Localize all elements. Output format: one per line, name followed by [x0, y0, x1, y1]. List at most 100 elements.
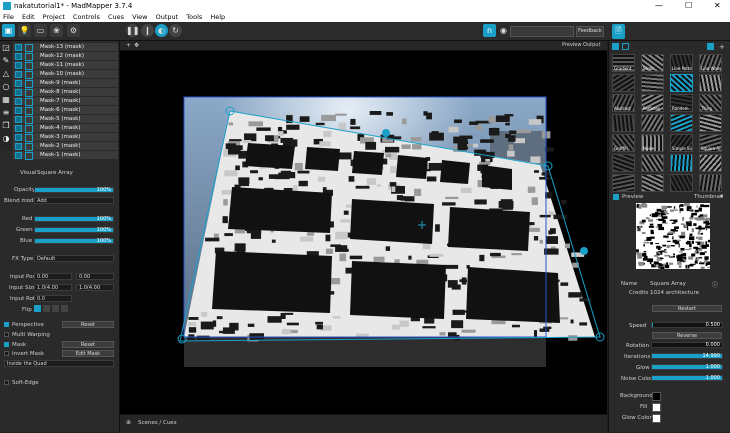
mask-tool-icon[interactable]: ◑	[1, 134, 11, 144]
edge-handle[interactable]	[580, 247, 588, 255]
maximize-button[interactable]: ☐	[685, 0, 692, 12]
list-item[interactable]: Mask-13 (mask)	[13, 43, 118, 52]
flip-v-button[interactable]	[52, 305, 59, 312]
flip-h-button[interactable]	[43, 305, 50, 312]
fx-type-select[interactable]: Default	[34, 255, 114, 262]
document-icon[interactable]: 🗎	[612, 24, 625, 39]
lock-icon[interactable]	[25, 116, 33, 124]
material-thumbnail[interactable]: Gradient	[612, 54, 635, 72]
lock-icon[interactable]	[25, 80, 33, 88]
minimize-button[interactable]: —	[655, 0, 663, 12]
material-thumbnail[interactable]: Random	[670, 94, 693, 112]
blend-mode-select[interactable]: Add	[34, 197, 114, 204]
menu-tools[interactable]: Tools	[186, 13, 202, 21]
rotation-slider[interactable]: 0.000	[651, 342, 723, 348]
feedback-button[interactable]: Feedback	[576, 26, 604, 37]
lines-tool-icon[interactable]: ≡	[1, 108, 11, 118]
lock-icon[interactable]	[25, 53, 33, 61]
material-thumbnail[interactable]: Graffiti	[612, 134, 635, 152]
visible-checkbox[interactable]	[15, 53, 22, 60]
output-select[interactable]	[510, 26, 574, 37]
mask-mode-select[interactable]: Inside the Quad	[4, 360, 114, 367]
material-thumbnail[interactable]	[699, 174, 722, 192]
material-thumbnail[interactable]: Abstract	[612, 94, 635, 112]
surfaces-tab-icon[interactable]: ▣	[2, 24, 15, 37]
invert-mask-checkbox[interactable]	[4, 351, 9, 356]
visible-checkbox[interactable]	[15, 107, 22, 114]
menu-project[interactable]: Project	[43, 13, 65, 21]
input-rot-field[interactable]: 0.0	[34, 295, 72, 302]
material-thumbnail[interactable]	[641, 74, 664, 92]
material-thumbnail[interactable]	[699, 114, 722, 132]
edit-mask-button[interactable]: Edit Mask	[62, 350, 114, 357]
material-thumbnail[interactable]	[670, 154, 693, 172]
material-thumbnail[interactable]	[670, 114, 693, 132]
lock-icon[interactable]	[25, 152, 33, 160]
material-thumbnail[interactable]	[641, 174, 664, 192]
scenes-label[interactable]: Scenes / Cues	[138, 420, 177, 426]
quad-tool-icon[interactable]: ◲	[1, 43, 11, 53]
perspective-reset-button[interactable]: Reset	[62, 321, 114, 328]
lock-icon[interactable]	[25, 71, 33, 79]
menu-cues[interactable]: Cues	[108, 13, 124, 21]
preview-checkbox[interactable]	[613, 194, 619, 200]
perspective-checkbox[interactable]	[4, 322, 9, 327]
list-item[interactable]: Mask-7 (mask)	[13, 97, 118, 106]
add-icon[interactable]: +	[126, 42, 131, 49]
loop-icon[interactable]: ◐	[155, 24, 168, 37]
speed-slider[interactable]: 0.500	[651, 322, 723, 328]
material-thumbnail[interactable]: Line Waves	[699, 54, 722, 72]
lock-icon[interactable]	[25, 62, 33, 70]
material-thumbnail[interactable]	[612, 114, 635, 132]
flip-both-button[interactable]	[61, 305, 68, 312]
visible-checkbox[interactable]	[15, 116, 22, 123]
add-media-icon[interactable]: +	[719, 43, 725, 51]
opacity-slider[interactable]: 100%	[34, 187, 114, 193]
input-size-y-field[interactable]: 1.0(4.00	[76, 284, 114, 291]
eye-icon[interactable]: ◉	[497, 24, 510, 37]
list-item[interactable]: Mask-4 (mask)	[13, 124, 118, 133]
menu-view[interactable]: View	[132, 13, 147, 21]
visible-checkbox[interactable]	[15, 152, 22, 159]
menu-output[interactable]: Output	[156, 13, 179, 21]
menu-file[interactable]: File	[3, 13, 14, 21]
visible-checkbox[interactable]	[15, 143, 22, 150]
pen-tool-icon[interactable]: ✎	[1, 56, 11, 66]
lock-icon[interactable]	[25, 134, 33, 142]
lock-icon[interactable]	[25, 89, 33, 97]
list-item[interactable]: Mask-5 (mask)	[13, 115, 118, 124]
red-slider[interactable]: 100%	[34, 216, 114, 222]
library-icon[interactable]	[612, 43, 619, 50]
visible-checkbox[interactable]	[15, 125, 22, 132]
material-thumbnail[interactable]: Noise	[641, 134, 664, 152]
flip-none-button[interactable]	[34, 305, 41, 312]
fill-color-swatch[interactable]	[652, 403, 661, 412]
material-thumbnail[interactable]	[699, 154, 722, 172]
iterations-slider[interactable]: 14.990	[651, 353, 723, 359]
visible-checkbox[interactable]	[15, 89, 22, 96]
material-thumbnail[interactable]: Line Patterns	[670, 54, 693, 72]
lock-icon[interactable]	[25, 125, 33, 133]
input-pos-y-field[interactable]: 0.00	[76, 273, 114, 280]
list-item[interactable]: Mask-3 (mask)	[13, 133, 118, 142]
material-thumbnail[interactable]: Particles	[641, 94, 664, 112]
material-thumbnail[interactable]	[699, 74, 722, 92]
menu-help[interactable]: Help	[210, 13, 225, 21]
soft-edge-checkbox[interactable]	[4, 380, 9, 385]
modules-icon[interactable]: ❀	[50, 24, 63, 37]
material-thumbnail[interactable]	[612, 154, 635, 172]
visible-checkbox[interactable]	[15, 98, 22, 105]
circle-tool-icon[interactable]: ○	[1, 82, 11, 92]
input-pos-x-field[interactable]: 0.00	[34, 273, 72, 280]
stage-canvas[interactable]	[120, 51, 607, 413]
material-thumbnail[interactable]: Tiling	[699, 94, 722, 112]
grid-view-icon[interactable]	[707, 43, 714, 50]
pause-icon[interactable]: ❚❚	[126, 24, 139, 37]
visible-checkbox[interactable]	[15, 134, 22, 141]
info-icon[interactable]: ⓘ	[712, 280, 718, 289]
mesh-tool-icon[interactable]: ▦	[1, 95, 11, 105]
glow-slider[interactable]: 1.000	[651, 364, 723, 370]
edge-handle[interactable]	[382, 129, 390, 137]
preview-output-label[interactable]: Preview Output	[562, 42, 600, 48]
add-scene-icon[interactable]: ⊕	[126, 419, 131, 426]
